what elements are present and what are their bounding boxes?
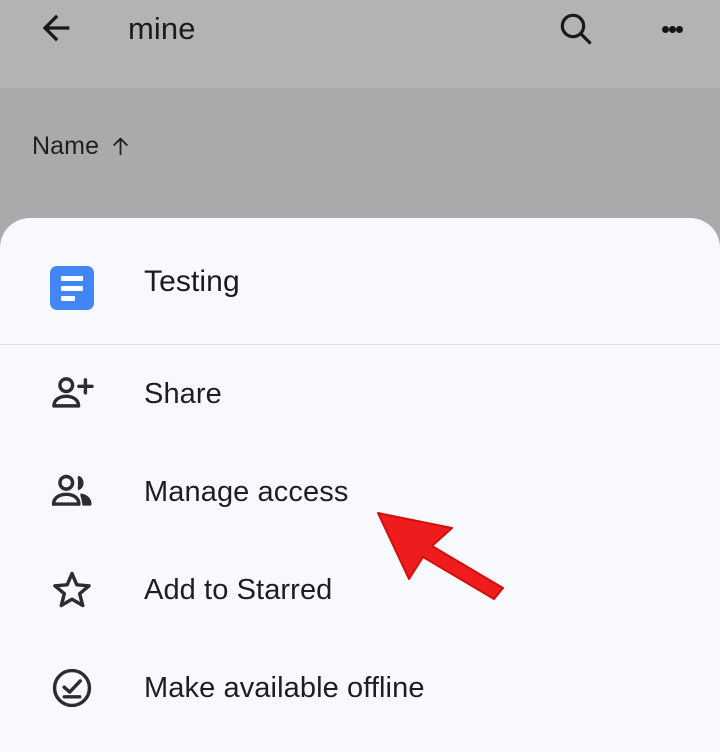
- file-options-bottom-sheet: Testing Share Manage access Add to Starr…: [0, 218, 720, 752]
- menu-item-make-available-offline[interactable]: Make available offline: [0, 639, 720, 737]
- menu-item-manage-access-label: Manage access: [144, 475, 349, 508]
- search-icon: [560, 13, 592, 45]
- menu-item-add-to-starred[interactable]: Add to Starred: [0, 541, 720, 639]
- offline-pin-icon: [46, 662, 98, 714]
- sort-by-button[interactable]: Name: [32, 128, 133, 164]
- star-outline-icon: [46, 564, 98, 616]
- bottom-sheet-file-header: Testing: [0, 218, 720, 345]
- people-icon: [46, 466, 98, 518]
- menu-item-share[interactable]: Share: [0, 345, 720, 443]
- more-options-button[interactable]: [650, 4, 694, 54]
- google-docs-icon-line-1: [61, 275, 83, 281]
- menu-item-add-to-starred-label: Add to Starred: [144, 573, 333, 606]
- menu-item-manage-access[interactable]: Manage access: [0, 443, 720, 541]
- search-button[interactable]: [551, 4, 601, 54]
- sort-and-view-row: Name: [0, 88, 720, 260]
- search-query-text: mine: [128, 11, 196, 46]
- top-app-bar: mine: [0, 0, 720, 88]
- google-docs-icon-line-2: [61, 285, 83, 291]
- arrow-up-icon: [113, 137, 128, 155]
- sort-by-label: Name: [32, 131, 100, 160]
- menu-item-make-available-offline-label: Make available offline: [144, 671, 425, 704]
- back-arrow-icon: [42, 14, 70, 42]
- google-docs-icon-line-3: [61, 295, 75, 301]
- person-add-icon: [46, 368, 98, 420]
- more-vert-icon-dot-3: [675, 25, 683, 33]
- back-button[interactable]: [30, 2, 82, 54]
- google-docs-icon: [50, 266, 94, 310]
- more-vert-icon-dot-1: [661, 25, 669, 33]
- more-vert-icon-dot-2: [668, 25, 676, 33]
- file-name: Testing: [144, 265, 240, 298]
- menu-item-share-label: Share: [144, 377, 222, 410]
